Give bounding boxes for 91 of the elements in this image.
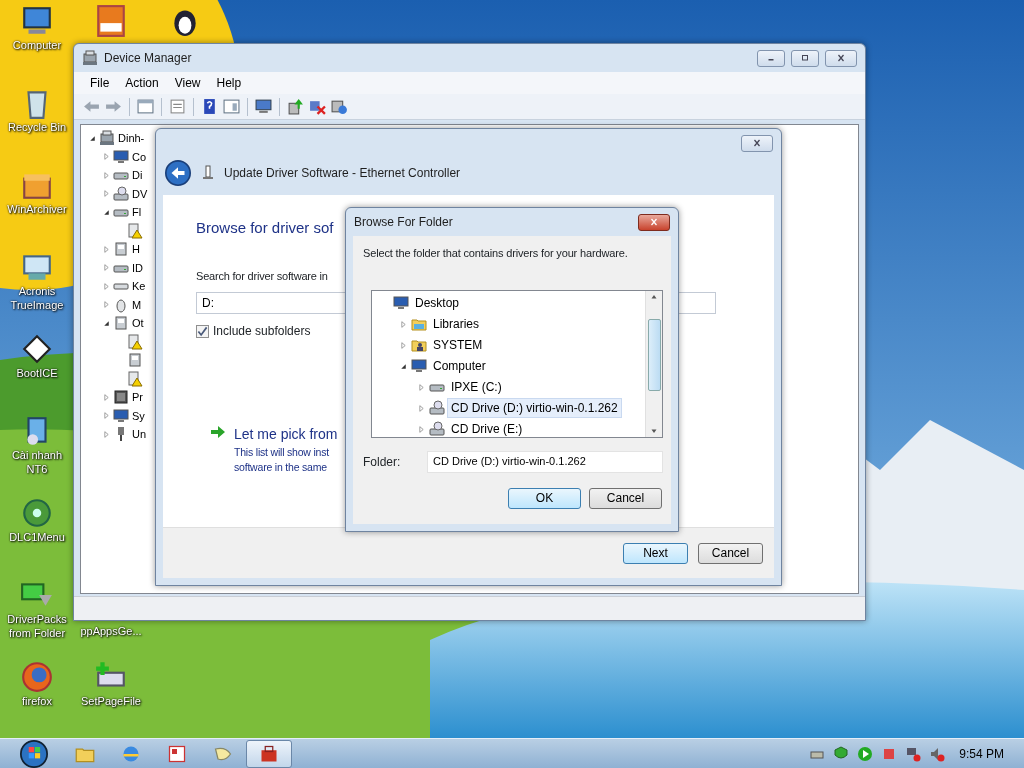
option-description: This list will show inst <box>234 445 330 460</box>
chip-icon <box>113 389 129 406</box>
dialog-button[interactable]: Next <box>623 542 688 564</box>
device-icon <box>113 315 129 332</box>
field-label: Folder: <box>363 453 401 471</box>
tree-item[interactable]: SYSTEM <box>429 335 487 355</box>
toolbox-icon <box>259 743 279 764</box>
warning-device-icon <box>127 222 143 239</box>
maximize-button[interactable] <box>791 49 819 67</box>
tree-item[interactable]: Ke <box>130 277 148 296</box>
close-icon <box>752 139 762 147</box>
checkbox-label: Include subfolders <box>213 323 311 340</box>
panel-icon[interactable] <box>137 98 154 115</box>
tree-item[interactable]: Libraries <box>429 314 484 334</box>
dialog-button[interactable]: OK <box>508 487 581 509</box>
mouse-icon <box>113 296 129 313</box>
folder-icon <box>411 316 427 332</box>
help-icon[interactable] <box>201 98 218 115</box>
computer-icon <box>99 130 115 147</box>
install-icon[interactable] <box>331 98 348 115</box>
panel-icon[interactable] <box>223 98 240 115</box>
tree-item[interactable]: H <box>130 240 142 259</box>
monitor-icon <box>411 358 427 374</box>
tree-item[interactable]: Ot <box>130 314 146 333</box>
dialog-button[interactable]: Cancel <box>698 542 763 564</box>
monitor-icon[interactable] <box>255 98 272 115</box>
scrollbar[interactable] <box>645 290 662 437</box>
monitor-icon <box>113 148 129 165</box>
app-icon[interactable] <box>20 332 54 366</box>
tree-item[interactable]: DV <box>130 184 150 203</box>
computer-icon <box>82 50 98 66</box>
field-label: Search for driver software in <box>196 268 329 284</box>
device-icon <box>127 352 143 369</box>
check-icon <box>197 325 208 337</box>
window-title: Device Manager <box>104 50 193 67</box>
play-icon[interactable] <box>857 745 874 762</box>
update-icon[interactable] <box>287 98 304 115</box>
folder-field[interactable]: CD Drive (D:) virtio-win-0.1.262 <box>427 450 663 473</box>
app-icon <box>167 743 187 764</box>
menu-item[interactable]: Action <box>117 74 167 92</box>
checkbox[interactable] <box>196 324 209 338</box>
tree-item[interactable]: ID <box>130 258 145 277</box>
tree-item[interactable]: Pr <box>130 388 145 407</box>
close-button[interactable] <box>741 134 773 152</box>
tree-item[interactable]: Fl <box>130 203 144 222</box>
tree-item[interactable]: M <box>130 295 144 314</box>
monitor-icon <box>113 407 129 424</box>
shield-icon[interactable] <box>833 745 850 762</box>
list-icon[interactable] <box>169 98 186 115</box>
monitor-icon <box>393 295 409 311</box>
option-link[interactable]: Let me pick from <box>234 424 338 445</box>
tree-item[interactable]: Un <box>130 425 149 444</box>
device-icon <box>200 165 216 181</box>
network-icon[interactable] <box>905 745 922 762</box>
minimize-button[interactable] <box>757 49 785 67</box>
device-icon <box>113 241 129 258</box>
tree-item[interactable]: Di <box>130 166 145 185</box>
menu-item[interactable]: View <box>166 74 209 92</box>
disc-drive-icon <box>429 421 445 437</box>
page-heading: Browse for driver sof <box>196 218 334 238</box>
dialog-title: Browse For Folder <box>354 214 454 231</box>
tree-item[interactable]: Desktop <box>411 293 464 313</box>
maximize-icon <box>800 54 810 62</box>
tree-item[interactable]: Dinh- <box>116 129 147 148</box>
warning-device-icon <box>127 333 143 350</box>
tree-item[interactable]: Computer <box>429 356 490 376</box>
taskbar-button[interactable] <box>246 739 292 768</box>
tree-item[interactable]: Co <box>130 147 149 166</box>
option-description: software in the same <box>234 460 328 475</box>
arrow-icon <box>210 424 226 440</box>
close-icon <box>836 54 846 62</box>
dialog-button[interactable]: Cancel <box>589 487 662 509</box>
dialog-title: Update Driver Software - Ethernet Controller <box>224 165 461 182</box>
folder-icon <box>411 337 427 353</box>
scroll-thumb[interactable] <box>647 318 661 391</box>
disc-drive-icon <box>429 400 445 416</box>
menu-item[interactable]: File <box>82 74 118 92</box>
clock-text[interactable]: 9:54 PM <box>959 744 1004 763</box>
instruction-text: Select the folder that contains drivers for your hardware. <box>363 246 629 261</box>
start-orb-icon <box>20 739 48 768</box>
menu-item[interactable]: Help <box>208 74 250 92</box>
tree-item[interactable]: CD Drive (D:) virtio-win-0.1.262 <box>447 398 622 418</box>
close-button[interactable] <box>638 213 670 231</box>
warning-device-icon <box>127 370 143 387</box>
remove-icon[interactable] <box>309 98 326 115</box>
close-icon <box>649 218 659 226</box>
tree-item[interactable]: IPXE (C:) <box>447 377 506 397</box>
disc-drive-icon <box>113 185 129 202</box>
close-button[interactable] <box>825 49 857 67</box>
tree-item[interactable]: Sy <box>130 406 147 425</box>
tree-item[interactable]: CD Drive (E:) <box>447 419 527 437</box>
